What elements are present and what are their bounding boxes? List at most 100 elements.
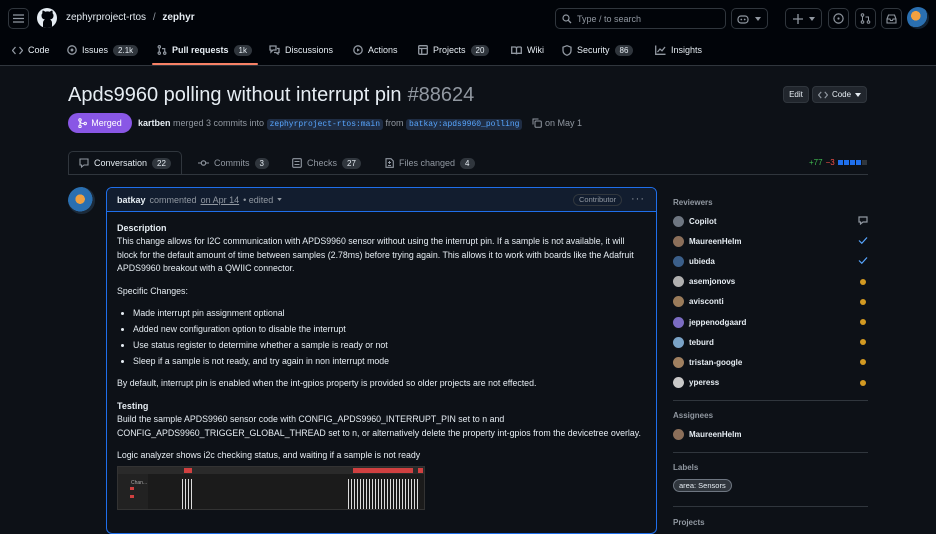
repo-tab-wiki[interactable]: Wiki [511, 40, 544, 60]
pr-title: Apds9960 polling without interrupt pin #8… [68, 84, 474, 107]
tab-label: Conversation [94, 158, 148, 168]
pull-requests-button[interactable] [855, 8, 876, 29]
reviewer-item[interactable]: Copilot [673, 214, 868, 228]
discussion-icon [269, 45, 280, 55]
assignee-item[interactable]: MaureenHelm [673, 427, 868, 441]
repo-tab-label: Insights [671, 45, 703, 55]
edited-dropdown[interactable]: • edited [243, 195, 273, 205]
pull-request-icon [860, 13, 871, 24]
code-dropdown-button[interactable]: Code [812, 86, 867, 103]
labels-heading[interactable]: Labels [673, 463, 698, 472]
pr-author-link[interactable]: kartben [138, 118, 171, 128]
reviewer-item[interactable]: MaureenHelm [673, 234, 868, 248]
edit-button[interactable]: Edit [783, 86, 809, 103]
issue-icon [833, 13, 844, 24]
divider [673, 506, 868, 507]
avatar [673, 428, 684, 440]
graph-icon [655, 45, 666, 55]
repo-tab-security[interactable]: Security 86 [562, 40, 634, 60]
menu-button[interactable] [8, 8, 29, 29]
copy-branch-button[interactable] [532, 118, 542, 128]
reviewer-item[interactable]: yperess [673, 376, 868, 390]
reviewer-item[interactable]: avisconti [673, 295, 868, 309]
comment-author-avatar[interactable] [68, 187, 95, 214]
github-logo[interactable] [37, 8, 57, 28]
check-icon [858, 237, 868, 245]
repo-tab-projects[interactable]: Projects 20 [418, 40, 490, 60]
reviewer-item[interactable]: teburd [673, 335, 868, 349]
search-input[interactable]: Type / to search [555, 8, 726, 29]
pr-tabs-border [68, 174, 868, 175]
pr-number: #88624 [407, 84, 475, 106]
label-badge[interactable]: area: Sensors [673, 479, 732, 492]
search-placeholder: Type / to search [577, 13, 642, 24]
testing-heading: Testing [117, 400, 149, 411]
base-branch[interactable]: zephyrproject-rtos:main [266, 119, 384, 130]
specific-changes-text: Specific Changes: [117, 285, 188, 296]
head-branch[interactable]: batkay:apds9960_polling [406, 119, 523, 130]
issue-icon [67, 45, 77, 55]
reviewer-item[interactable]: jeppenodgaard [673, 315, 868, 329]
chevron-down-icon [755, 16, 761, 21]
path-separator: / [152, 12, 156, 23]
code-button-label: Code [831, 90, 852, 99]
merge-date: on May 1 [545, 118, 583, 128]
comment-box: batkay commented on Apr 14 • edited Cont… [106, 187, 657, 534]
comment-date[interactable]: on Apr 14 [201, 195, 240, 205]
reviewer-item[interactable]: ubieda [673, 254, 868, 268]
repo-link[interactable]: zephyr [162, 12, 194, 23]
tab-count: 22 [152, 157, 171, 169]
pending-review-dot [860, 298, 866, 305]
avatar [673, 316, 684, 328]
list-item: Made interrupt pin assignment optional [133, 307, 646, 320]
reviewers-heading[interactable]: Reviewers [673, 198, 713, 207]
comment-author[interactable]: batkay [117, 195, 146, 205]
pr-meta: kartben merged 3 commits into zephyrproj… [138, 118, 523, 130]
pending-review-dot [860, 319, 866, 325]
reviewer-name: ubieda [689, 256, 715, 266]
tab-checks[interactable]: Checks 27 [292, 152, 361, 174]
owner-link[interactable]: zephyrproject-rtos [66, 12, 146, 23]
reviewer-item[interactable]: tristan-google [673, 355, 868, 369]
play-icon [353, 45, 363, 55]
checklist-icon [292, 158, 302, 168]
reviewer-name: Copilot [689, 216, 717, 226]
tab-files-changed[interactable]: Files changed 4 [385, 152, 475, 174]
book-icon [511, 45, 522, 54]
repo-tab-pull-requests[interactable]: Pull requests 1k [157, 40, 252, 60]
projects-heading[interactable]: Projects [673, 518, 705, 527]
inbox-button[interactable] [881, 8, 902, 29]
reviewer-item[interactable]: asemjonovs [673, 275, 868, 289]
repo-tab-code[interactable]: Code [12, 40, 50, 60]
comment-menu-button[interactable]: ··· [631, 193, 645, 205]
avatar [673, 255, 684, 267]
copilot-button[interactable] [731, 8, 768, 29]
inbox-icon [886, 13, 897, 24]
copilot-icon [673, 215, 684, 227]
comment-header: batkay commented on Apr 14 • edited Cont… [107, 188, 656, 212]
assignees-heading[interactable]: Assignees [673, 411, 713, 420]
create-new-button[interactable] [785, 8, 822, 29]
issues-count: 2.1k [113, 44, 139, 56]
reviewer-name: avisconti [689, 297, 724, 307]
user-avatar[interactable] [907, 7, 929, 29]
file-diff-icon [385, 158, 394, 168]
pending-review-dot [860, 359, 866, 366]
comment-icon [858, 216, 868, 225]
conversation-icon [79, 158, 89, 168]
repo-tab-insights[interactable]: Insights [655, 40, 702, 60]
default-text: By default, interrupt pin is enabled whe… [117, 378, 537, 389]
avatar [673, 296, 684, 308]
issues-button[interactable] [828, 8, 849, 29]
repo-tab-label: Wiki [527, 45, 544, 55]
list-item: Use status register to determine whether… [133, 339, 646, 352]
repo-tab-issues[interactable]: Issues 2.1k [67, 40, 139, 60]
tab-conversation[interactable]: Conversation 22 [68, 151, 182, 174]
repo-tab-actions[interactable]: Actions [353, 40, 398, 60]
tab-label: Files changed [399, 158, 456, 168]
tab-commits[interactable]: Commits 3 [198, 152, 269, 174]
assignee-name: MaureenHelm [689, 429, 742, 439]
repo-tab-label: Pull requests [172, 45, 229, 55]
logic-analyzer-image[interactable]: Chan... [117, 466, 425, 511]
repo-tab-discussions[interactable]: Discussions [269, 40, 333, 60]
